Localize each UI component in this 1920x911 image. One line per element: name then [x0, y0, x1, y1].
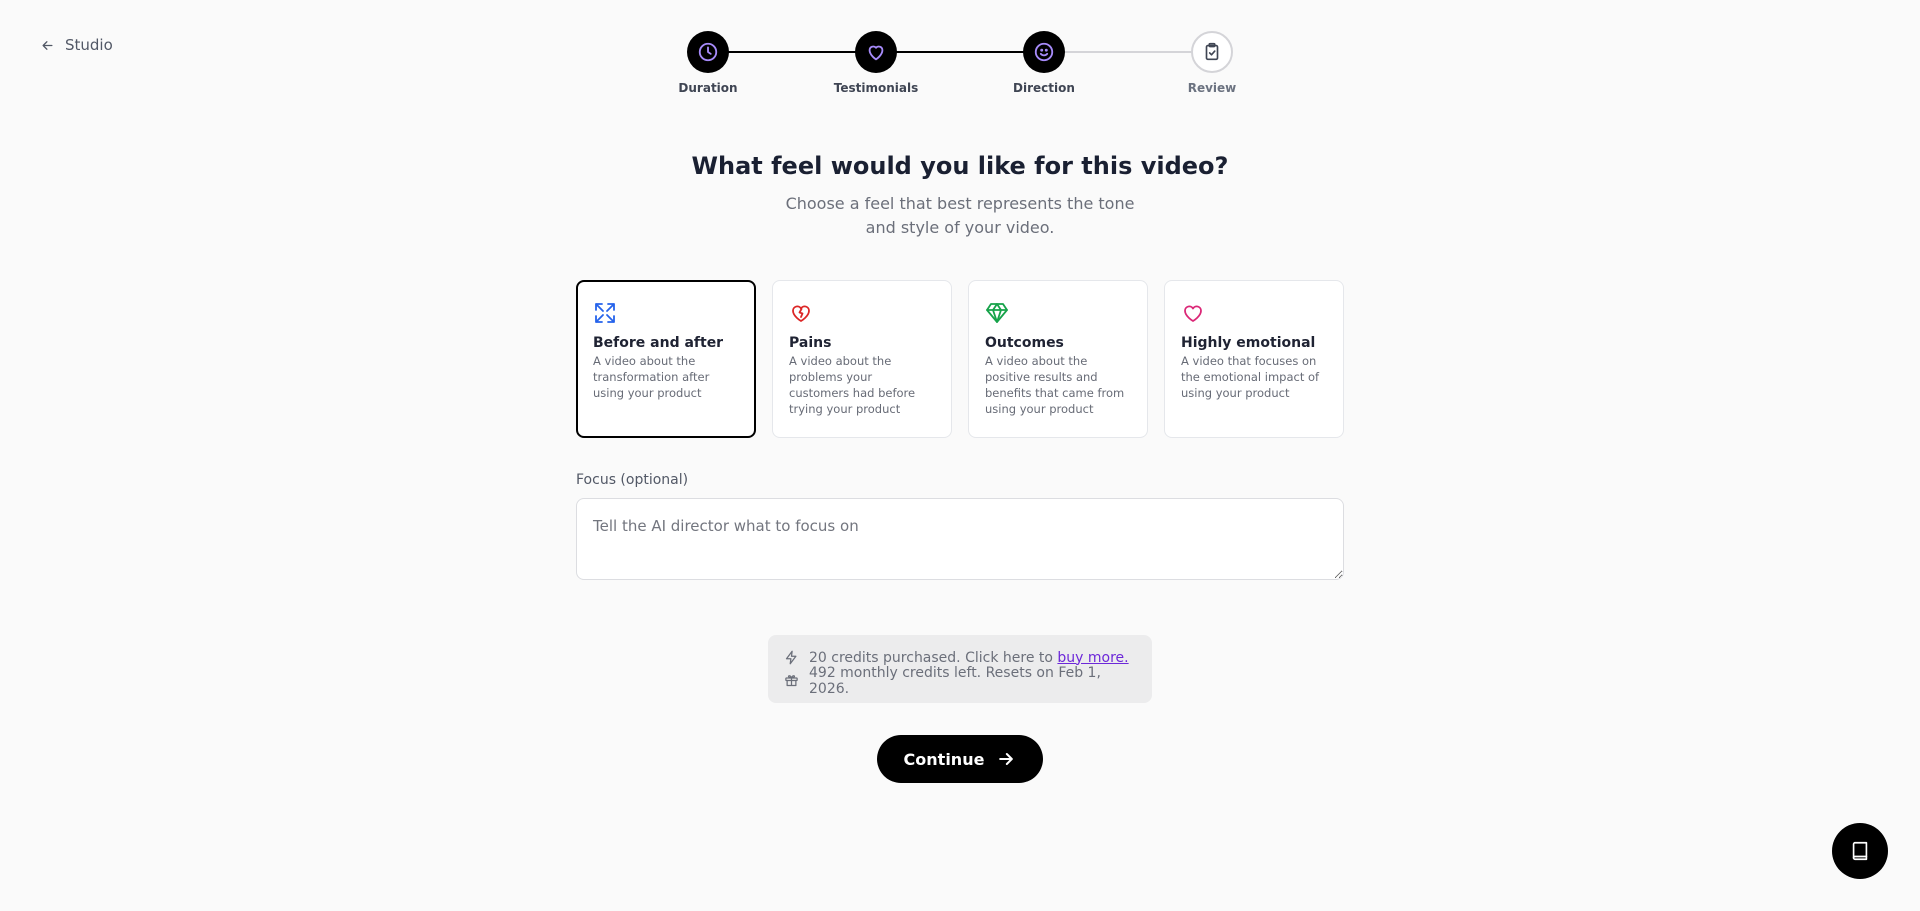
page-subtitle: Choose a feel that best represents the t… [785, 194, 1135, 237]
step-label: Direction [1013, 81, 1075, 95]
page-title: What feel would you like for this video? [691, 152, 1229, 180]
continue-button[interactable]: Continue [877, 735, 1043, 783]
lightning-icon [785, 650, 797, 665]
buy-more-link[interactable]: buy more. [1057, 650, 1128, 666]
feel-options: Before and after A video about the trans… [576, 280, 1344, 438]
gift-icon [785, 675, 798, 687]
feel-card-description: A video that focuses on the emotional im… [1181, 354, 1320, 400]
step-label: Testimonials [833, 81, 919, 95]
feel-card-outcomes[interactable]: Outcomes A video about the positive resu… [968, 280, 1148, 438]
heart-icon [868, 45, 884, 61]
feel-card-title: Before and after [593, 335, 724, 351]
feel-card-title: Highly emotional [1181, 335, 1316, 351]
arrow-right-icon [999, 753, 1014, 765]
step-review-circle [1191, 31, 1233, 73]
heart-icon [1184, 305, 1202, 322]
clock-icon [698, 42, 718, 62]
feel-card-title: Pains [789, 335, 832, 351]
expand-arrows-icon [595, 303, 615, 323]
focus-label: Focus (optional) [576, 472, 689, 488]
broken-heart-icon [792, 305, 810, 322]
step-testimonials[interactable]: Testimonials [816, 31, 936, 95]
monthly-credits-text: 492 monthly credits left. Resets on Feb … [809, 664, 1101, 697]
monthly-credits-row: 492 monthly credits left. Resets on Feb … [784, 665, 1136, 697]
feel-card-description: A video about the transformation after u… [593, 354, 710, 400]
focus-input[interactable] [576, 498, 1344, 580]
purchased-credits-label: 20 credits purchased. Click here to [809, 649, 1053, 666]
purchased-credits-text: 20 credits purchased. Click here to buy … [809, 650, 1129, 666]
step-testimonials-circle [855, 31, 897, 73]
credits-panel: 20 credits purchased. Click here to buy … [768, 635, 1152, 703]
step-label: Review [1187, 81, 1237, 95]
step-review[interactable]: Review [1152, 31, 1272, 95]
step-duration[interactable]: Duration [648, 31, 768, 95]
step-direction[interactable]: Direction [984, 31, 1104, 95]
gem-icon [986, 303, 1008, 323]
feel-card-description: A video about the problems your customer… [789, 354, 916, 416]
book-icon [1852, 841, 1868, 861]
step-direction-circle [1023, 31, 1065, 73]
help-docs-button[interactable] [1832, 823, 1888, 879]
progress-stepper: Duration Testimonials Direction Review [0, 31, 1920, 101]
feel-card-pains[interactable]: Pains A video about the problems your cu… [772, 280, 952, 438]
step-duration-circle [687, 31, 729, 73]
smile-icon [1034, 42, 1054, 62]
feel-card-before-and-after[interactable]: Before and after A video about the trans… [576, 280, 756, 438]
feel-card-title: Outcomes [985, 335, 1064, 351]
continue-label: Continue [903, 749, 985, 769]
feel-card-highly-emotional[interactable]: Highly emotional A video that focuses on… [1164, 280, 1344, 438]
clipboard-check-icon [1205, 42, 1219, 61]
step-label: Duration [678, 81, 738, 95]
feel-card-description: A video about the positive results and b… [985, 354, 1125, 416]
